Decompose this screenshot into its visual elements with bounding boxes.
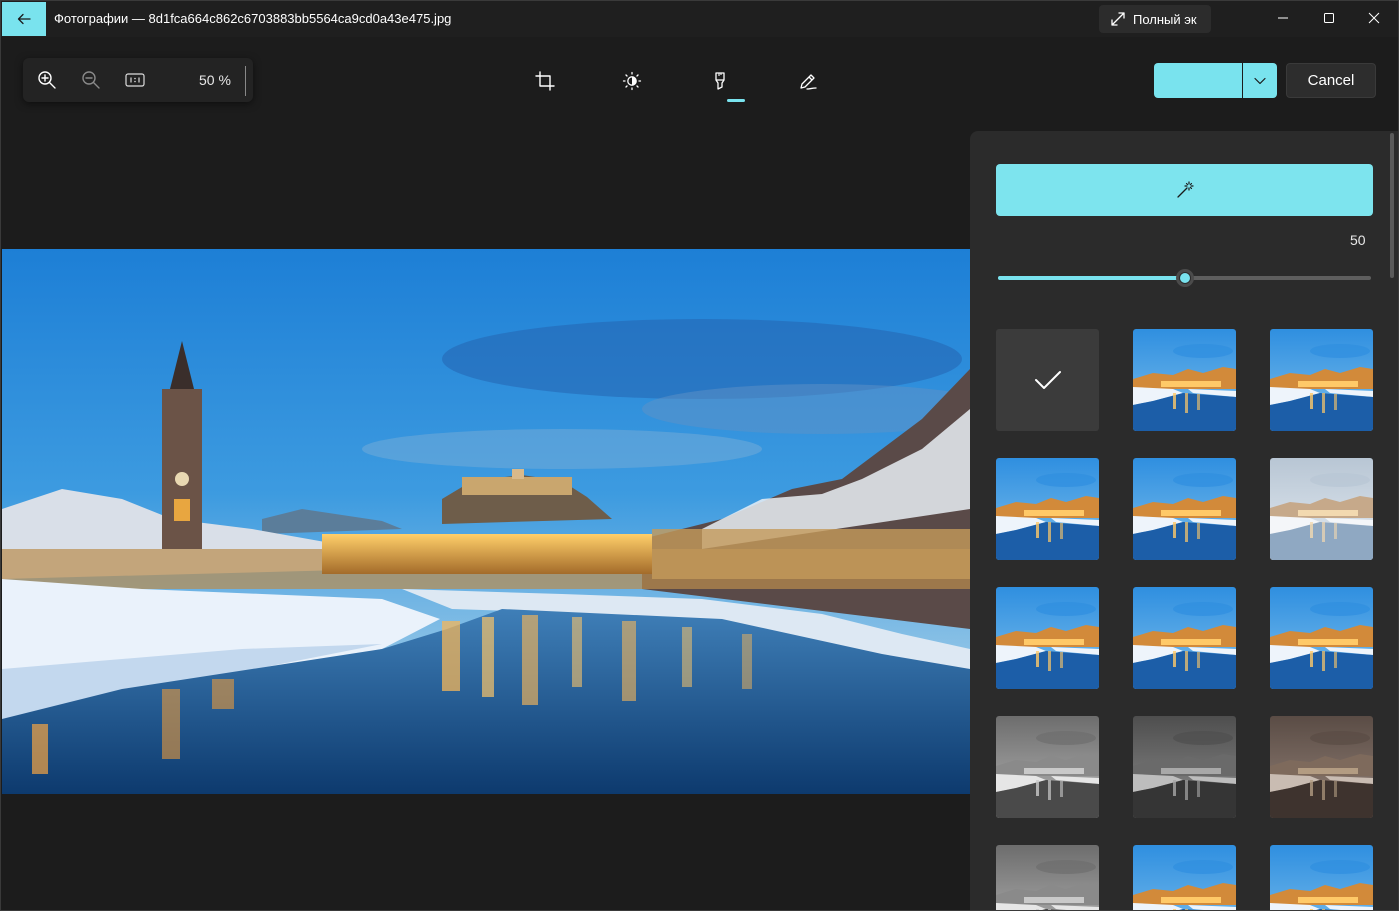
filter-preset-tile[interactable]: [996, 845, 1099, 910]
back-button[interactable]: [2, 2, 46, 36]
checkmark-icon: [1034, 371, 1061, 389]
winter-city-photo: [2, 249, 970, 794]
filter-preset-tile[interactable]: [1270, 329, 1373, 431]
filter-preview-thumbnail: [1270, 329, 1373, 431]
back-arrow-icon: [17, 13, 31, 25]
filter-tool-button[interactable]: [702, 63, 738, 99]
panel-scrollbar[interactable]: [1390, 133, 1394, 278]
fullscreen-label: Полный эк: [1133, 11, 1197, 27]
zoom-level[interactable]: 50 %: [199, 72, 231, 88]
filter-preset-tile[interactable]: [1270, 587, 1373, 689]
close-button[interactable]: [1351, 1, 1397, 35]
filter-preview-thumbnail: [1133, 587, 1236, 689]
filter-preview-thumbnail: [1270, 458, 1373, 560]
photos-editor-window: Фотографии — 8d1fca664c862c6703883bb5564…: [0, 0, 1399, 911]
filter-preview-thumbnail: [1270, 587, 1373, 689]
close-icon: [1368, 12, 1380, 24]
crop-icon: [535, 71, 555, 91]
filter-preview-thumbnail: [1133, 458, 1236, 560]
filter-icon: [715, 72, 725, 90]
actual-size-button[interactable]: [120, 65, 150, 95]
filter-preset-tile[interactable]: [1270, 845, 1373, 910]
zoom-in-icon: [38, 71, 56, 89]
filter-preset-tile[interactable]: [996, 716, 1099, 818]
minimize-icon: [1278, 17, 1288, 19]
adjust-tool-button[interactable]: [614, 63, 650, 99]
filter-preview-thumbnail: [1133, 716, 1236, 818]
maximize-button[interactable]: [1306, 1, 1352, 35]
filter-preview-thumbnail: [996, 845, 1099, 910]
chevron-down-icon: [1254, 77, 1266, 84]
zoom-out-button[interactable]: [76, 65, 106, 95]
actual-size-icon: [125, 73, 145, 87]
filter-preset-tile[interactable]: [1270, 458, 1373, 560]
filter-preview-thumbnail: [996, 716, 1099, 818]
expand-icon: [1111, 12, 1125, 26]
maximize-icon: [1324, 13, 1334, 23]
filter-preview-thumbnail: [996, 458, 1099, 560]
intensity-value: 50: [1350, 232, 1366, 248]
filter-preset-tile[interactable]: [996, 587, 1099, 689]
intensity-slider-fill: [998, 276, 1185, 280]
filter-preview-thumbnail: [1270, 716, 1373, 818]
save-options-dropdown[interactable]: [1243, 63, 1277, 98]
active-tool-indicator: [727, 99, 745, 102]
fullscreen-button[interactable]: Полный эк: [1099, 5, 1211, 33]
filter-preset-tile[interactable]: [1270, 716, 1373, 818]
zoom-out-icon: [82, 71, 100, 89]
magic-wand-icon: [1176, 181, 1194, 198]
minimize-button[interactable]: [1260, 1, 1306, 35]
filter-preset-tile[interactable]: [1133, 329, 1236, 431]
zoom-toolbar: 50 %: [23, 58, 253, 102]
cancel-button[interactable]: Cancel: [1286, 63, 1376, 98]
adjust-brightness-icon: [622, 71, 642, 91]
zoom-in-button[interactable]: [32, 65, 62, 95]
zoom-divider: [245, 66, 246, 96]
markup-icon: [800, 74, 817, 90]
photo-canvas[interactable]: [2, 249, 970, 794]
markup-tool-button[interactable]: [790, 63, 826, 99]
crop-tool-button[interactable]: [527, 63, 563, 99]
filter-none-tile[interactable]: [996, 329, 1099, 431]
filter-preset-tile[interactable]: [1133, 845, 1236, 910]
save-copy-button[interactable]: [1154, 63, 1242, 98]
filter-panel: 50: [970, 131, 1398, 910]
filter-preset-tile[interactable]: [1133, 716, 1236, 818]
filter-preview-thumbnail: [996, 587, 1099, 689]
title-bar: Фотографии — 8d1fca664c862c6703883bb5564…: [1, 1, 1398, 37]
filter-preview-thumbnail: [1133, 845, 1236, 910]
window-title: Фотографии — 8d1fca664c862c6703883bb5564…: [54, 11, 452, 26]
filter-preview-thumbnail: [1270, 845, 1373, 910]
filter-preset-tile[interactable]: [1133, 458, 1236, 560]
filter-preset-tile[interactable]: [996, 458, 1099, 560]
auto-enhance-button[interactable]: [996, 164, 1373, 216]
filter-preset-tile[interactable]: [1133, 587, 1236, 689]
intensity-slider[interactable]: [998, 269, 1371, 287]
filter-preview-thumbnail: [1133, 329, 1236, 431]
intensity-slider-thumb[interactable]: [1176, 269, 1194, 287]
